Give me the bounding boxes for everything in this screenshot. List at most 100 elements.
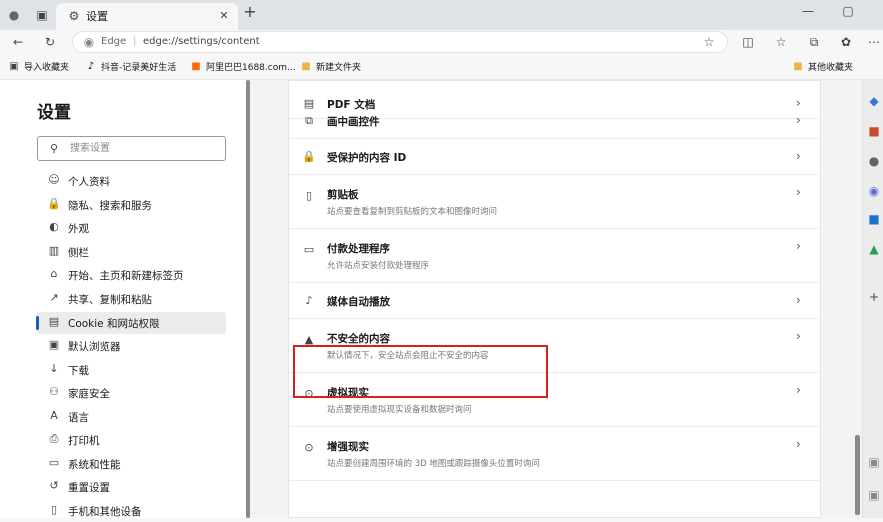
- nav-item-label: 重置设置: [68, 482, 110, 494]
- nav-item-label: 手机和其他设备: [68, 506, 142, 518]
- nav-item-label: 下载: [68, 365, 89, 377]
- nav-item[interactable]: ▯ 手机和其他设备: [36, 500, 226, 522]
- nav-item[interactable]: ▣ 默认浏览器: [36, 335, 226, 357]
- profile-icon: ☺: [48, 173, 60, 186]
- edge-logo-icon: ◉: [83, 35, 95, 49]
- bookmark-item[interactable]: ■ 新建文件夹: [298, 60, 368, 76]
- tab-bar: ● ▣ ⚙ 设置 ✕ + — ▢: [0, 0, 883, 30]
- chevron-right-icon: ›: [796, 437, 801, 451]
- refresh-icon[interactable]: ↻: [42, 35, 58, 49]
- row-title: 媒体自动播放: [327, 296, 390, 308]
- nav-item[interactable]: 🔒 隐私、搜索和服务: [36, 194, 226, 216]
- nav-item[interactable]: ◐ 外观: [36, 217, 226, 239]
- nav-scrollbar[interactable]: [246, 80, 250, 518]
- nav-item[interactable]: ▭ 系统和性能: [36, 453, 226, 475]
- content-scrollbar[interactable]: [855, 435, 860, 515]
- sidebar-settings-icon[interactable]: ▣: [866, 455, 882, 469]
- chevron-right-icon: ›: [796, 239, 801, 253]
- sidebar-app-icon[interactable]: ■: [866, 124, 882, 138]
- nav-item[interactable]: ⚇ 家庭安全: [36, 382, 226, 404]
- phone-icon: ▯: [50, 503, 58, 516]
- sidebar-icon: ▥: [48, 244, 60, 257]
- settings-row[interactable]: ♪ 媒体自动播放 ›: [289, 283, 820, 319]
- nav-item-label: 隐私、搜索和服务: [68, 200, 152, 212]
- sidebar-app-icon[interactable]: ●: [866, 154, 882, 168]
- address-label: Edge: [101, 36, 127, 47]
- nav-item[interactable]: ⌂ 开始、主页和新建标签页: [36, 264, 226, 286]
- nav-item-label: 侧栏: [68, 247, 89, 259]
- sidebar-settings-icon[interactable]: ▣: [866, 488, 882, 502]
- minimize-icon[interactable]: —: [800, 4, 816, 18]
- tab-actions-icon[interactable]: ▣: [34, 8, 50, 22]
- nav-item-label: 开始、主页和新建标签页: [68, 270, 184, 282]
- active-indicator: [36, 316, 39, 330]
- media-icon: ♪: [305, 294, 313, 307]
- bookmarks-bar: ▣ 导入收藏夹 ♪ 抖音-记录美好生活 ■ 阿里巴巴1688.com... ■ …: [0, 55, 883, 80]
- row-title: 剪贴板: [327, 189, 359, 201]
- nav-item-label: 共享、复制和粘贴: [68, 294, 152, 306]
- nav-item[interactable]: ▥ 侧栏: [36, 241, 226, 263]
- sidebar-app-icon[interactable]: ▲: [866, 242, 882, 256]
- address-bar[interactable]: ◉ Edge | edge://settings/content ☆: [72, 31, 728, 53]
- favorite-star-icon[interactable]: ☆: [701, 35, 717, 49]
- address-url: edge://settings/content: [143, 36, 260, 47]
- settings-row[interactable]: ⧉ 画中画控件 ›: [289, 103, 820, 139]
- share-icon: ↗: [49, 291, 59, 304]
- row-subtitle: 站点要查看复制到剪贴板的文本和图像时询问: [327, 207, 498, 217]
- maximize-icon[interactable]: ▢: [840, 4, 856, 18]
- nav-item[interactable]: ↓ 下载: [36, 359, 226, 381]
- payment-icon: ▭: [303, 243, 315, 256]
- settings-row[interactable]: ⊙ 增强现实站点要创建周围环境的 3D 地图或跟踪摄像头位置时询问 ›: [289, 427, 820, 481]
- nav-item-label: 语言: [68, 412, 89, 424]
- active-tab[interactable]: ⚙ 设置 ✕: [56, 3, 238, 30]
- chevron-right-icon: ›: [796, 329, 801, 343]
- chevron-right-icon: ›: [796, 113, 801, 127]
- favorites-icon[interactable]: ☆: [773, 35, 789, 49]
- nav-item-label: 打印机: [68, 435, 100, 447]
- chevron-right-icon: ›: [796, 383, 801, 397]
- back-icon[interactable]: ←: [10, 35, 26, 49]
- other-bookmarks[interactable]: ■ 其他收藏夹: [790, 60, 870, 76]
- language-icon: A: [50, 409, 58, 422]
- clipboard-icon: ▯: [305, 189, 313, 202]
- row-title: 受保护的内容 ID: [327, 152, 407, 164]
- nav-item[interactable]: ↗ 共享、复制和粘贴: [36, 288, 226, 310]
- nav-item[interactable]: A 语言: [36, 406, 226, 428]
- reset-icon: ↺: [49, 479, 59, 492]
- collections-icon[interactable]: ⧉: [806, 35, 822, 49]
- profile-avatar-icon[interactable]: ●: [6, 8, 22, 22]
- bookmark-item[interactable]: ■ 阿里巴巴1688.com...: [188, 60, 298, 76]
- close-tab-icon[interactable]: ✕: [216, 9, 232, 23]
- search-input[interactable]: ⚲ 搜索设置: [37, 136, 226, 161]
- split-screen-icon[interactable]: ◫: [740, 35, 756, 49]
- nav-item[interactable]: ↺ 重置设置: [36, 476, 226, 498]
- sidebar-app-icon[interactable]: ◉: [866, 184, 882, 198]
- folder-icon: ■: [793, 61, 803, 72]
- family-icon: ⚇: [49, 385, 59, 398]
- ar-icon: ⊙: [304, 441, 314, 454]
- bookmark-item[interactable]: ♪ 抖音-记录美好生活: [83, 60, 183, 76]
- bookmark-item[interactable]: ▣ 导入收藏夹: [6, 60, 76, 76]
- nav-title: 设置: [37, 103, 71, 123]
- alibaba-icon: ■: [191, 61, 201, 72]
- new-tab-icon[interactable]: +: [242, 4, 258, 20]
- settings-row[interactable]: ▯ 剪贴板站点要查看复制到剪贴板的文本和图像时询问 ›: [289, 175, 820, 229]
- chevron-right-icon: ›: [796, 185, 801, 199]
- more-icon[interactable]: ⋯: [866, 35, 882, 49]
- nav-item[interactable]: ☺ 个人资料: [36, 170, 226, 192]
- row-subtitle: 站点要创建周围环境的 3D 地图或跟踪摄像头位置时询问: [327, 459, 540, 469]
- row-title: 增强现实: [327, 441, 369, 453]
- row-subtitle: 允许站点安装付款处理程序: [327, 261, 430, 271]
- nav-item[interactable]: ⎙ 打印机: [36, 429, 226, 451]
- sidebar-add-icon[interactable]: +: [866, 290, 882, 304]
- sidebar-app-icon[interactable]: ■: [866, 212, 882, 226]
- cookie-icon: ▤: [48, 315, 60, 328]
- settings-row[interactable]: ▭ 付款处理程序 允许站点安装付款处理程序 ›: [289, 229, 820, 283]
- folder-icon: ■: [301, 61, 311, 72]
- nav-item[interactable]: ▤ Cookie 和网站权限: [36, 312, 226, 334]
- settings-row[interactable]: 🔒 受保护的内容 ID ›: [289, 139, 820, 175]
- pip-icon: ⧉: [305, 114, 313, 127]
- extensions-icon[interactable]: ✿: [838, 35, 854, 49]
- sidebar-app-icon[interactable]: ◆: [866, 94, 882, 108]
- row-title: 画中画控件: [327, 116, 380, 128]
